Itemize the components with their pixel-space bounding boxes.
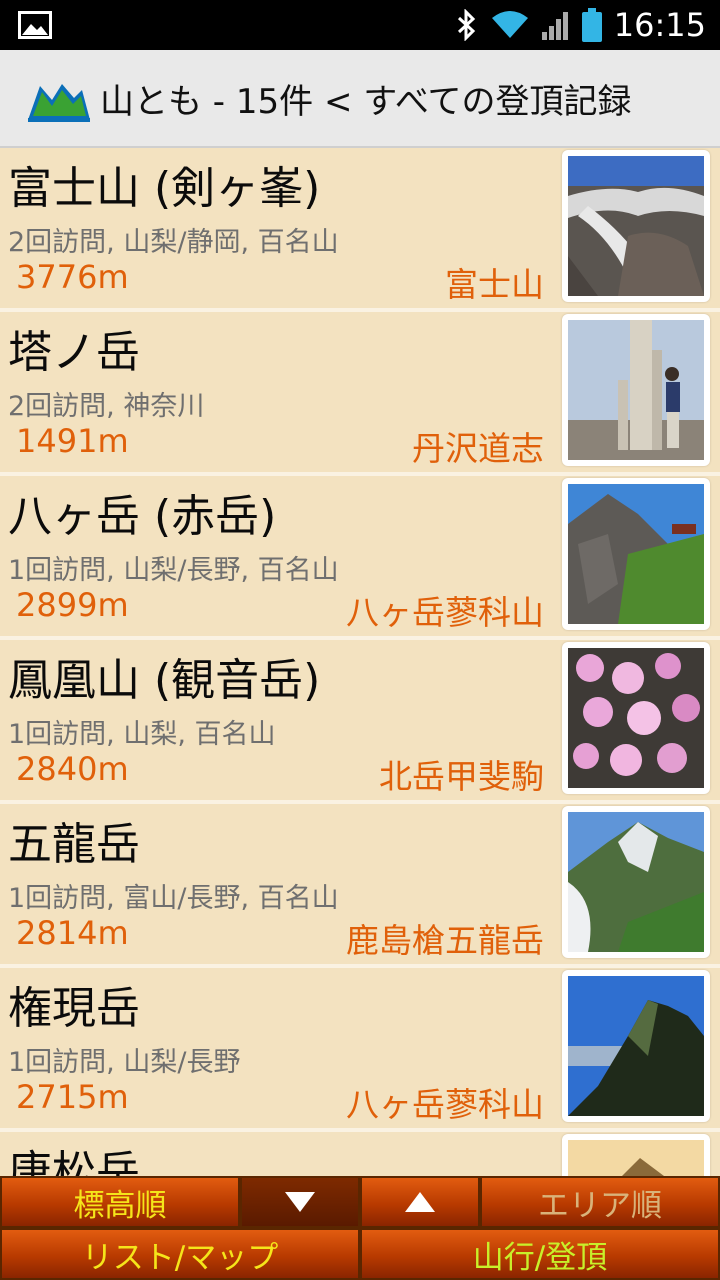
- list-item[interactable]: 権現岳 1回訪問, 山梨/長野 2715m 八ヶ岳蓼科山: [0, 968, 720, 1132]
- clock: 16:15: [613, 6, 706, 44]
- mountain-photo[interactable]: [562, 1134, 710, 1176]
- mountain-area: 八ヶ岳蓼科山: [346, 1085, 544, 1124]
- mountain-name: 唐松岳: [8, 1147, 140, 1176]
- mountain-info: 2回訪問, 山梨/静岡, 百名山: [8, 227, 339, 258]
- mountain-name: 塔ノ岳: [8, 327, 140, 378]
- mountain-elevation: 2715m: [16, 1078, 129, 1116]
- triangle-down-icon: [285, 1192, 315, 1212]
- mountain-name: 権現岳: [8, 983, 140, 1034]
- sort-area-label: エリア順: [538, 1187, 662, 1224]
- wifi-icon: [491, 11, 528, 38]
- mountain-elevation: 2899m: [16, 586, 129, 624]
- gallery-icon: [18, 11, 52, 39]
- mountain-photo[interactable]: [562, 642, 710, 794]
- mountain-photo[interactable]: [562, 314, 710, 466]
- green-ridge-photo: [568, 812, 704, 952]
- mountain-area: 富士山: [445, 265, 544, 304]
- bottom-bar: 標高順 エリア順 リスト/マップ 山行/登頂: [0, 1176, 720, 1280]
- mountain-photo[interactable]: [562, 806, 710, 958]
- list-item[interactable]: 八ヶ岳 (赤岳) 1回訪問, 山梨/長野, 百名山 2899m 八ヶ岳蓼科山: [0, 476, 720, 640]
- list-map-button[interactable]: リスト/マップ: [0, 1228, 360, 1280]
- mountain-info: 1回訪問, 富山/長野, 百名山: [8, 883, 339, 914]
- mountain-elevation: 2814m: [16, 914, 129, 952]
- bluetooth-icon: [457, 9, 475, 41]
- mountain-photo[interactable]: [562, 150, 710, 302]
- mountain-area: 北岳甲斐駒: [379, 757, 544, 796]
- mountain-info: 1回訪問, 山梨/長野, 百名山: [8, 555, 339, 586]
- list-item[interactable]: 唐松岳: [0, 1132, 720, 1176]
- mountain-area: 丹沢道志: [412, 429, 544, 468]
- mountain-elevation: 1491m: [16, 422, 129, 460]
- summit-marker-photo: [568, 320, 704, 460]
- flowers-photo: [568, 648, 704, 788]
- mountain-area: 八ヶ岳蓼科山: [346, 593, 544, 632]
- mountain-name: 富士山 (剣ヶ峯): [8, 163, 321, 214]
- mountain-elevation: 2840m: [16, 750, 129, 788]
- silhouette-peak-photo: [568, 976, 704, 1116]
- list-item[interactable]: 鳳凰山 (観音岳) 1回訪問, 山梨, 百名山 2840m 北岳甲斐駒: [0, 640, 720, 804]
- mountain-name: 五龍岳: [8, 819, 140, 870]
- mountain-elevation: 3776m: [16, 258, 129, 296]
- mountain-info: 1回訪問, 山梨, 百名山: [8, 719, 276, 750]
- crater-photo: [568, 156, 704, 296]
- mountain-logo-icon[interactable]: [26, 78, 92, 122]
- sort-ascending-button[interactable]: [360, 1176, 480, 1228]
- mountain-info: 1回訪問, 山梨/長野: [8, 1047, 241, 1078]
- list-item[interactable]: 塔ノ岳 2回訪問, 神奈川 1491m 丹沢道志: [0, 312, 720, 476]
- mountain-photo[interactable]: [562, 478, 710, 630]
- list-item[interactable]: 富士山 (剣ヶ峯) 2回訪問, 山梨/静岡, 百名山 3776m 富士山: [0, 148, 720, 312]
- mountain-list[interactable]: 富士山 (剣ヶ峯) 2回訪問, 山梨/静岡, 百名山 3776m 富士山 塔ノ岳…: [0, 148, 720, 1176]
- mountain-info: 2回訪問, 神奈川: [8, 391, 205, 422]
- mountain-name: 八ヶ岳 (赤岳): [8, 491, 277, 542]
- triangle-up-icon: [405, 1192, 435, 1212]
- list-map-label: リスト/マップ: [81, 1239, 279, 1276]
- rocky-peak-photo: [568, 484, 704, 624]
- status-bar: 16:15: [0, 0, 720, 50]
- climb-record-label: 山行/登頂: [472, 1239, 608, 1276]
- list-item[interactable]: 五龍岳 1回訪問, 富山/長野, 百名山 2814m 鹿島槍五龍岳: [0, 804, 720, 968]
- page-title: 山とも - 15件 < すべての登頂記録: [100, 82, 632, 122]
- action-bar: 山とも - 15件 < すべての登頂記録: [0, 50, 720, 148]
- mountain-area: 鹿島槍五龍岳: [346, 921, 544, 960]
- signal-icon: [541, 12, 568, 40]
- mountain-name: 鳳凰山 (観音岳): [8, 655, 321, 706]
- sunset-peak-photo: [568, 1140, 704, 1176]
- battery-icon: [581, 8, 602, 42]
- sort-elevation-label: 標高順: [73, 1187, 167, 1224]
- climb-record-button[interactable]: 山行/登頂: [360, 1228, 720, 1280]
- sort-descending-button[interactable]: [240, 1176, 360, 1228]
- sort-elevation-button[interactable]: 標高順: [0, 1176, 240, 1228]
- mountain-photo[interactable]: [562, 970, 710, 1122]
- sort-area-button[interactable]: エリア順: [480, 1176, 720, 1228]
